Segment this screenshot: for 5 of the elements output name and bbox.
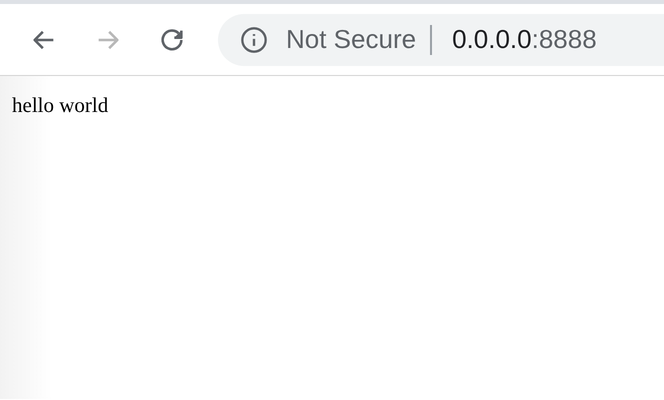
info-icon[interactable] (240, 26, 268, 54)
url-text: 0.0.0.0:8888 (452, 23, 597, 56)
security-label: Not Secure (286, 23, 416, 56)
address-bar[interactable]: Not Secure 0.0.0.0:8888 (218, 14, 664, 66)
page-text: hello world (12, 93, 108, 117)
